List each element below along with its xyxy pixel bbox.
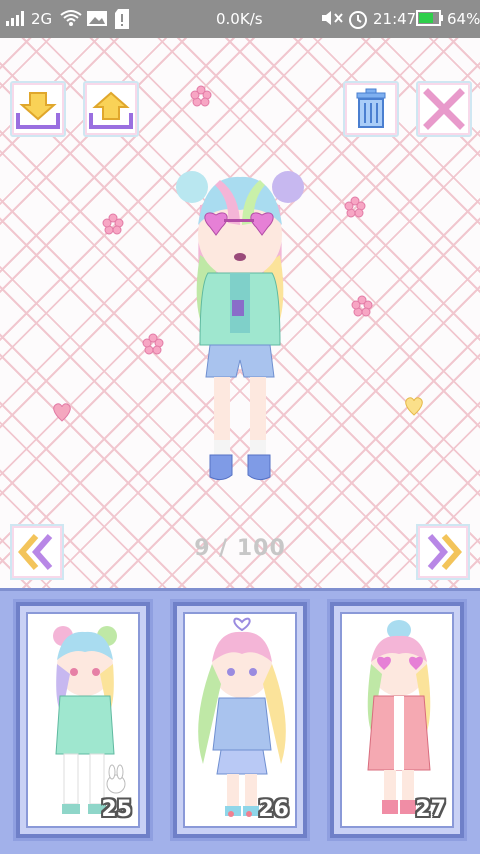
saved-outfit-slot-26[interactable]: 26 [170,599,310,841]
next-outfit-button[interactable] [416,524,470,580]
wifi-icon [60,9,82,32]
battery-icon [416,9,444,32]
heart-icon [405,397,423,416]
slot-number: 27 [415,797,446,822]
network-type: 2G [31,10,53,28]
trash-icon [356,88,386,128]
double-chevron-right-icon [427,534,462,570]
slot-number: 26 [258,797,289,822]
upload-tray-icon [89,91,133,129]
clock-time: 21:47 [373,10,417,28]
network-speed: 0.0K/s [216,10,263,28]
character-avatar[interactable] [170,165,310,495]
saved-outfit-slot-25[interactable]: 25 [13,599,153,841]
previous-outfit-button[interactable] [10,524,64,580]
close-button[interactable] [416,81,472,137]
slot-number: 25 [101,797,132,822]
mute-icon [321,9,345,32]
image-icon [86,9,108,32]
battery-percent: 64% [447,10,480,28]
flower-icon [190,85,212,107]
status-bar: 2G 0.0K/s 21:47 64% [0,0,480,38]
download-tray-icon [16,92,60,129]
close-x-icon [423,88,465,130]
flower-icon [142,333,164,355]
heart-icon [53,403,71,422]
delete-button[interactable] [343,81,399,137]
slot-frame [26,612,140,828]
save-button[interactable] [10,81,66,137]
slot-frame [340,612,454,828]
flower-icon [344,196,366,218]
double-chevron-left-icon [18,534,53,570]
outfit-counter: 9 / 100 [194,536,286,561]
alarm-icon [348,9,368,34]
flower-icon [351,295,373,317]
slot-frame [183,612,297,828]
saved-outfit-slot-27[interactable]: 27 [327,599,467,841]
sd-card-icon [114,9,130,34]
load-button[interactable] [83,81,139,137]
signal-icon [6,9,28,32]
flower-icon [102,213,124,235]
